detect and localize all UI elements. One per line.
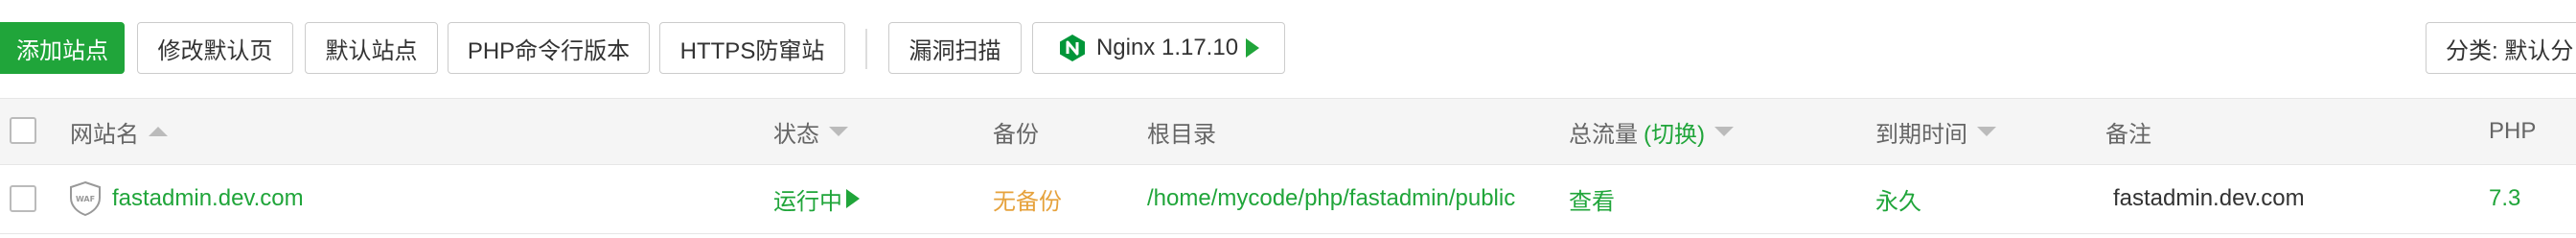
column-status-label: 状态 bbox=[773, 121, 819, 148]
svg-text:WAF: WAF bbox=[76, 195, 95, 203]
remark-text: fastadmin.dev.com bbox=[2113, 185, 2305, 211]
backup-cell: 无备份 bbox=[993, 165, 1062, 232]
nginx-version-label: Nginx 1.17.10 bbox=[1095, 35, 1239, 60]
expire-cell: 永久 bbox=[1875, 165, 1921, 232]
category-select[interactable]: 分类: 默认分 bbox=[2426, 22, 2576, 74]
status-cell[interactable]: 运行中 bbox=[773, 165, 860, 232]
vuln-scan-button[interactable]: 漏洞扫描 bbox=[888, 22, 1022, 74]
column-php: PHP bbox=[2489, 99, 2536, 164]
root-dir-link[interactable]: /home/mycode/php/fastadmin/public bbox=[1147, 185, 1515, 212]
play-icon bbox=[1246, 38, 1260, 58]
expire-link[interactable]: 永久 bbox=[1875, 182, 1921, 216]
column-remark: 备注 bbox=[2105, 99, 2151, 164]
nginx-logo-icon bbox=[1059, 35, 1085, 61]
column-traffic-label: 总流量 bbox=[1569, 121, 1638, 148]
backup-link[interactable]: 无备份 bbox=[993, 182, 1062, 216]
select-all-checkbox[interactable] bbox=[10, 117, 36, 144]
column-remark-label: 备注 bbox=[2105, 121, 2151, 148]
column-traffic[interactable]: 总流量 (切换) bbox=[1569, 99, 1734, 164]
column-site-name-label: 网站名 bbox=[70, 121, 139, 148]
play-icon bbox=[846, 189, 860, 208]
sort-up-icon bbox=[149, 127, 168, 136]
traffic-cell: 查看 bbox=[1569, 165, 1615, 232]
sort-down-icon bbox=[1714, 127, 1734, 136]
site-name-link[interactable]: fastadmin.dev.com bbox=[112, 185, 304, 212]
column-status[interactable]: 状态 bbox=[773, 99, 848, 164]
php-cli-version-button[interactable]: PHP命令行版本 bbox=[448, 22, 650, 74]
default-site-button[interactable]: 默认站点 bbox=[305, 22, 438, 74]
column-backup-label: 备份 bbox=[993, 121, 1039, 148]
nginx-version-button[interactable]: Nginx 1.17.10 bbox=[1032, 22, 1285, 74]
toolbar: 添加站点 修改默认页 默认站点 PHP命令行版本 HTTPS防窜站 漏洞扫描 N… bbox=[0, 0, 2576, 98]
remark-cell[interactable]: fastadmin.dev.com bbox=[2113, 165, 2305, 232]
edit-default-page-button[interactable]: 修改默认页 bbox=[137, 22, 293, 74]
table-row: WAF fastadmin.dev.com 运行中 无备份 /home/myco… bbox=[0, 165, 2576, 234]
column-expire[interactable]: 到期时间 bbox=[1875, 99, 1996, 164]
site-name-cell: WAF fastadmin.dev.com bbox=[68, 165, 304, 232]
php-version-link[interactable]: 7.3 bbox=[2489, 185, 2520, 212]
traffic-view-link[interactable]: 查看 bbox=[1569, 182, 1615, 216]
column-root-dir: 根目录 bbox=[1147, 99, 1216, 164]
column-backup: 备份 bbox=[993, 99, 1039, 164]
sort-down-icon bbox=[829, 127, 848, 136]
add-site-button[interactable]: 添加站点 bbox=[0, 22, 125, 74]
column-php-label: PHP bbox=[2489, 118, 2537, 144]
waf-shield-icon: WAF bbox=[70, 180, 101, 217]
php-cell: 7.3 bbox=[2489, 165, 2520, 232]
row-checkbox[interactable] bbox=[10, 185, 36, 212]
table-header: 网站名 状态 备份 根目录 总流量 (切换) 到期时间 备注 PHP bbox=[0, 98, 2576, 165]
sort-down-icon bbox=[1977, 127, 1996, 136]
column-root-dir-label: 根目录 bbox=[1147, 121, 1216, 148]
traffic-switch-link[interactable]: (切换) bbox=[1644, 115, 1705, 149]
status-label: 运行中 bbox=[773, 188, 842, 215]
root-dir-cell: /home/mycode/php/fastadmin/public bbox=[1147, 165, 1515, 232]
column-expire-label: 到期时间 bbox=[1875, 121, 1967, 148]
https-proxy-button[interactable]: HTTPS防窜站 bbox=[659, 22, 845, 74]
toolbar-divider bbox=[865, 29, 867, 69]
column-site-name[interactable]: 网站名 bbox=[70, 99, 168, 164]
